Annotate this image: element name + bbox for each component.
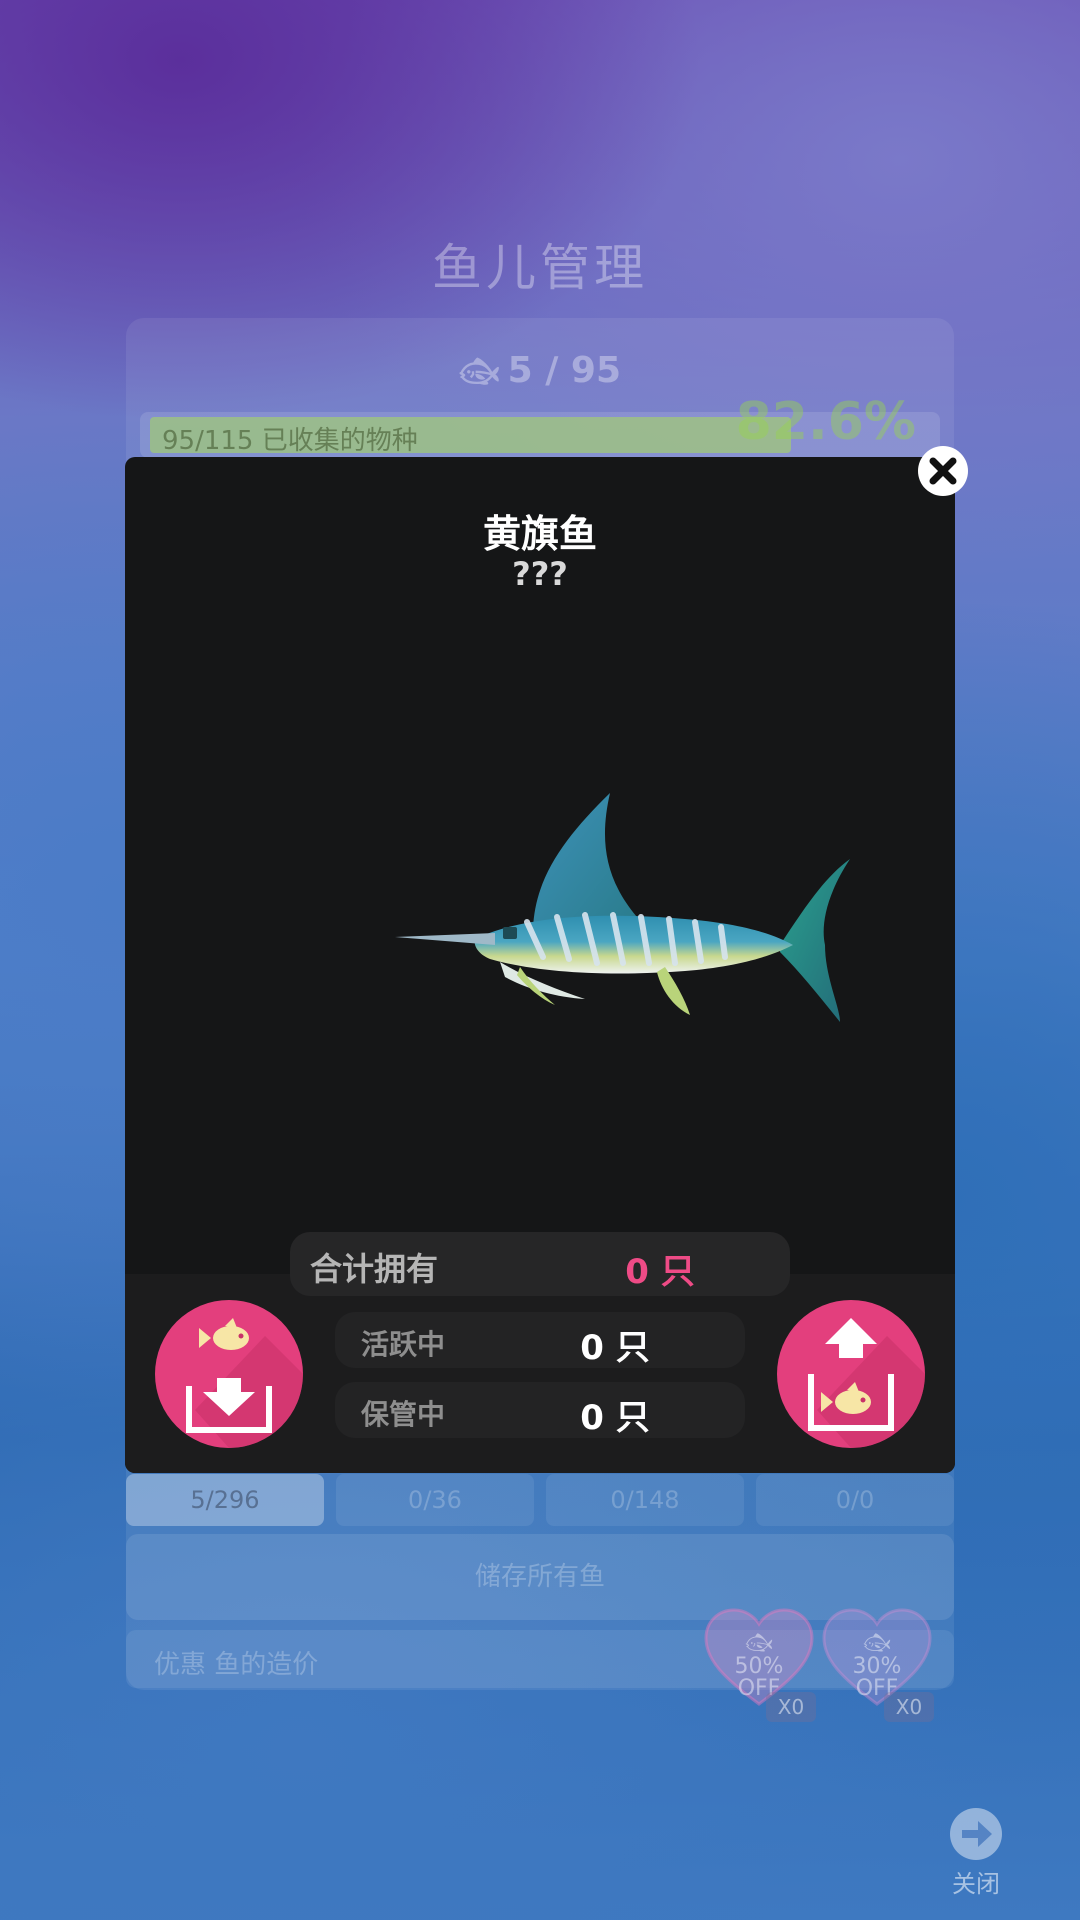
store-fish-button[interactable] (155, 1300, 303, 1448)
coupon-30-off[interactable]: 🐟︎ 30% OFF X0 (822, 1608, 934, 1722)
fish-subtitle: ??? (512, 555, 568, 593)
svg-text:🐟︎: 🐟︎ (745, 1631, 773, 1656)
fish-name: 黄旗鱼 (482, 512, 597, 556)
total-owned-value: 0 只 (625, 1252, 695, 1292)
active-label: 活跃中 (361, 1328, 446, 1361)
tab-category-4[interactable]: 0/0 (756, 1474, 954, 1526)
marlin-icon (395, 793, 850, 1022)
coupon-percent: 30% (852, 1654, 902, 1679)
coupon-count: X0 (884, 1692, 934, 1722)
close-icon (929, 457, 957, 485)
coupon-50-off[interactable]: 🐟︎ 50% OFF X0 (704, 1608, 816, 1722)
fish-into-box-icon (186, 1318, 303, 1448)
fish-category-tabs: 5/296 0/36 0/148 0/0 (126, 1474, 954, 1526)
page-title: 鱼儿管理 (432, 239, 648, 297)
tab-category-1[interactable]: 5/296 (126, 1474, 324, 1526)
fish-detail-modal: 黄旗鱼 ??? 合计拥有 0 只 活跃中 0 只 保管中 0 只 (125, 457, 955, 1473)
discount-label: 优惠 鱼的造价 (154, 1650, 319, 1680)
coupon-percent: 50% (734, 1654, 784, 1679)
active-value: 0 只 (580, 1328, 650, 1368)
active-row: 活跃中 0 只 (335, 1312, 745, 1368)
arrow-right-circle-icon (950, 1808, 1002, 1860)
stored-label: 保管中 (361, 1398, 446, 1431)
close-modal-button[interactable] (918, 446, 968, 496)
total-owned-label: 合计拥有 (310, 1250, 439, 1288)
fish-icon: 🐟︎ (459, 352, 500, 390)
svg-text:🐟︎: 🐟︎ (863, 1631, 891, 1656)
tab-category-3[interactable]: 0/148 (546, 1474, 744, 1526)
total-owned-row: 合计拥有 0 只 (290, 1232, 790, 1296)
stored-value: 0 只 (580, 1398, 650, 1438)
exit-button[interactable] (946, 1806, 1006, 1866)
fish-out-of-box-icon (808, 1318, 925, 1448)
release-fish-button[interactable] (777, 1300, 925, 1448)
fish-count-value: 5 / 95 (507, 350, 621, 391)
fish-count: 🐟︎ 5 / 95 (0, 350, 1080, 391)
tab-category-2[interactable]: 0/36 (336, 1474, 534, 1526)
exit-label: 关闭 (952, 1870, 1000, 1898)
collection-percent: 82.6% (735, 392, 916, 452)
stored-row: 保管中 0 只 (335, 1382, 745, 1438)
coupon-count: X0 (766, 1692, 816, 1722)
collection-progress-label: 95/115 已收集的物种 (162, 426, 418, 456)
